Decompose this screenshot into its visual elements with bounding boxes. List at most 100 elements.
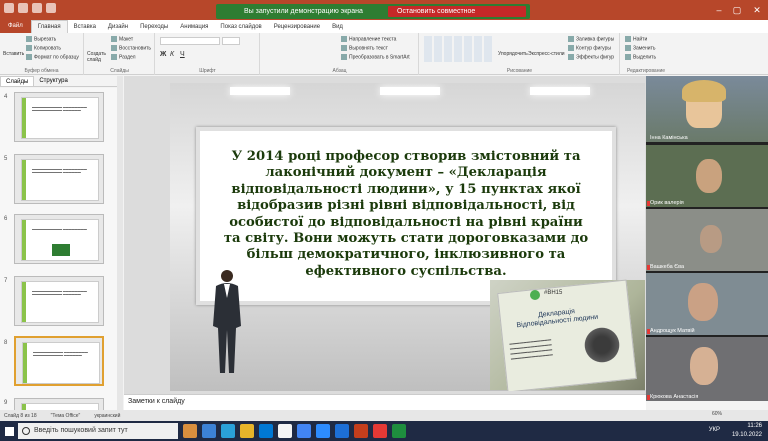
- clock-time: 11:26: [747, 423, 762, 429]
- text-direction-button[interactable]: Направление текста: [341, 36, 396, 42]
- status-bar: Слайд 8 из 18 "Тема Office" украинский 6…: [0, 410, 768, 421]
- shape-fill-button[interactable]: Заливка фигуры: [568, 36, 614, 42]
- clock[interactable]: 11:26 19.10.2022: [732, 421, 762, 441]
- paste-button[interactable]: Вставить: [3, 51, 24, 57]
- tab-review[interactable]: Рецензирование: [268, 24, 326, 30]
- tab-slideshow[interactable]: Показ слайдов: [214, 24, 267, 30]
- slide-thumbnail[interactable]: ▬▬▬▬▬▬▬▬▬▬ ▬▬▬▬▬▬▬▬ ▬▬▬▬▬▬▬▬▬▬ ▬▬▬▬▬▬: [14, 154, 104, 204]
- layout-button[interactable]: Макет: [111, 36, 133, 42]
- taskbar-app-icon[interactable]: [183, 424, 197, 438]
- drawing-label: Рисование: [506, 68, 533, 74]
- store-icon[interactable]: [259, 424, 273, 438]
- taskbar-search-box[interactable]: Введіть пошуковий запит тут: [18, 423, 178, 439]
- arrange-button[interactable]: Упорядочить: [498, 51, 528, 57]
- shape-outline-button[interactable]: Контур фигуры: [568, 45, 611, 51]
- slide-pane-tabs: Слайды Структура: [0, 76, 117, 87]
- amazon-icon[interactable]: [278, 424, 292, 438]
- underline-button[interactable]: Ч: [180, 51, 185, 58]
- redo-icon[interactable]: [32, 3, 42, 13]
- smartart-button[interactable]: Преобразовать в SmartArt: [341, 54, 410, 60]
- tab-file[interactable]: Файл: [0, 20, 31, 33]
- format-painter-button[interactable]: Формат по образцу: [26, 54, 79, 60]
- save-icon[interactable]: [4, 3, 14, 13]
- tab-view[interactable]: Вид: [326, 24, 349, 30]
- copy-button[interactable]: Копировать: [26, 45, 61, 51]
- editing-group: Найти Заменить Выделить Редактирование: [621, 33, 671, 75]
- close-button[interactable]: ✕: [750, 4, 764, 16]
- participant-tile[interactable]: Андрощук Матвій: [646, 273, 768, 335]
- new-slide-button[interactable]: Создать слайд: [87, 51, 109, 63]
- participant-name: Крюкова Анастасія: [650, 394, 699, 400]
- participant-name: Вашкеба Єва: [650, 264, 685, 270]
- thumbnail-scrollbar[interactable]: [117, 76, 123, 410]
- stop-sharing-button[interactable]: Остановить совместное использование: [388, 6, 526, 26]
- tab-animation[interactable]: Анимация: [174, 24, 214, 30]
- slides-label: Слайды: [110, 68, 129, 74]
- slide-thumbnail[interactable]: ▬▬▬▬▬▬▬▬▬▬ ▬▬▬▬▬▬▬▬: [14, 214, 104, 264]
- folder-icon[interactable]: [240, 424, 254, 438]
- tab-design[interactable]: Дизайн: [102, 24, 134, 30]
- ribbon-tabs: Файл Главная Вставка Дизайн Переходы Ани…: [0, 20, 768, 33]
- excel-icon[interactable]: [392, 424, 406, 438]
- slide-thumbnail[interactable]: ▬▬▬▬▬▬▬▬▬▬ ▬▬▬▬▬▬▬▬ ▬▬▬▬▬▬▬▬▬▬ ▬▬▬▬▬▬: [14, 92, 104, 142]
- tab-insert[interactable]: Вставка: [68, 24, 102, 30]
- reset-icon: [111, 45, 117, 51]
- minimize-button[interactable]: –: [712, 4, 726, 16]
- current-slide[interactable]: У 2014 році професор створив змістовний …: [170, 83, 645, 391]
- slide-thumbnail-selected[interactable]: ▬▬▬▬▬▬▬▬▬▬ ▬▬▬▬▬▬▬▬ ▬▬▬▬▬▬▬▬▬▬ ▬▬▬▬▬▬: [14, 336, 104, 386]
- slide-counter: Слайд 8 из 18: [4, 412, 37, 419]
- italic-button[interactable]: К: [170, 51, 174, 58]
- word-icon[interactable]: [335, 424, 349, 438]
- fill-icon: [568, 36, 574, 42]
- participant-tile[interactable]: Крюкова Анастасія: [646, 337, 768, 401]
- slide-thumbnail[interactable]: ▬▬▬▬▬▬▬▬▬▬ ▬▬▬▬▬▬▬▬ ▬▬▬▬▬▬▬▬▬▬ ▬▬▬▬▬▬: [14, 276, 104, 326]
- bold-button[interactable]: Ж: [160, 51, 166, 58]
- reset-button[interactable]: Восстановить: [111, 45, 151, 51]
- slide-body-text[interactable]: У 2014 році професор створив змістовний …: [220, 149, 592, 280]
- tab-transitions[interactable]: Переходы: [134, 24, 174, 30]
- shapes-gallery[interactable]: [424, 36, 494, 62]
- align-text-button[interactable]: Выровнять текст: [341, 45, 388, 51]
- taskbar-app-icon[interactable]: [202, 424, 216, 438]
- maximize-button[interactable]: ▢: [730, 4, 744, 16]
- participant-tile[interactable]: Орик валерія: [646, 145, 768, 207]
- powerpoint-icon[interactable]: [354, 424, 368, 438]
- quick-access-toolbar: [4, 3, 56, 13]
- zoom-level[interactable]: 60%: [712, 411, 722, 417]
- align-text-icon: [341, 45, 347, 51]
- start-show-icon[interactable]: [46, 3, 56, 13]
- chrome-icon[interactable]: [373, 424, 387, 438]
- font-name-select[interactable]: [160, 37, 220, 45]
- select-button[interactable]: Выделить: [625, 54, 656, 60]
- dropbox-icon[interactable]: [297, 424, 311, 438]
- slide-thumbnail[interactable]: [14, 398, 104, 410]
- input-language[interactable]: УКР: [709, 427, 720, 433]
- tab-slides[interactable]: Слайды: [0, 76, 35, 86]
- cut-button[interactable]: Вырезать: [26, 36, 56, 42]
- brush-icon: [26, 54, 32, 60]
- replace-button[interactable]: Заменить: [625, 45, 655, 51]
- paragraph-label: Абзац: [332, 68, 347, 74]
- tab-outline[interactable]: Структура: [34, 76, 72, 86]
- slide-thumbnails[interactable]: 4 ▬▬▬▬▬▬▬▬▬▬ ▬▬▬▬▬▬▬▬ ▬▬▬▬▬▬▬▬▬▬ ▬▬▬▬▬▬ …: [0, 88, 117, 410]
- participant-tile[interactable]: Вашкеба Єва: [646, 209, 768, 271]
- start-button[interactable]: [0, 421, 18, 441]
- thumbnail-number: 5: [4, 156, 8, 162]
- undo-icon[interactable]: [18, 3, 28, 13]
- title-bar: Вы запустили демонстрацию экрана Останов…: [0, 0, 768, 26]
- find-button[interactable]: Найти: [625, 36, 647, 42]
- thumbnail-number: 8: [4, 340, 8, 346]
- ceiling-light: [230, 87, 290, 95]
- edge-icon[interactable]: [221, 424, 235, 438]
- zoom-app-icon[interactable]: [316, 424, 330, 438]
- shape-effects-button[interactable]: Эффекты фигур: [568, 54, 614, 60]
- participant-tile[interactable]: Інна Камінська: [646, 76, 768, 142]
- language-indicator[interactable]: украинский: [94, 413, 120, 419]
- font-size-select[interactable]: [222, 37, 240, 45]
- section-button[interactable]: Раздел: [111, 54, 136, 60]
- quick-styles-button[interactable]: Экспресс-стили: [528, 51, 565, 57]
- slide-text-box[interactable]: У 2014 році професор створив змістовний …: [196, 127, 616, 305]
- theme-name: "Тема Office": [50, 412, 81, 419]
- tab-home[interactable]: Главная: [30, 20, 68, 33]
- slide-notes[interactable]: Заметки к слайду: [124, 394, 646, 410]
